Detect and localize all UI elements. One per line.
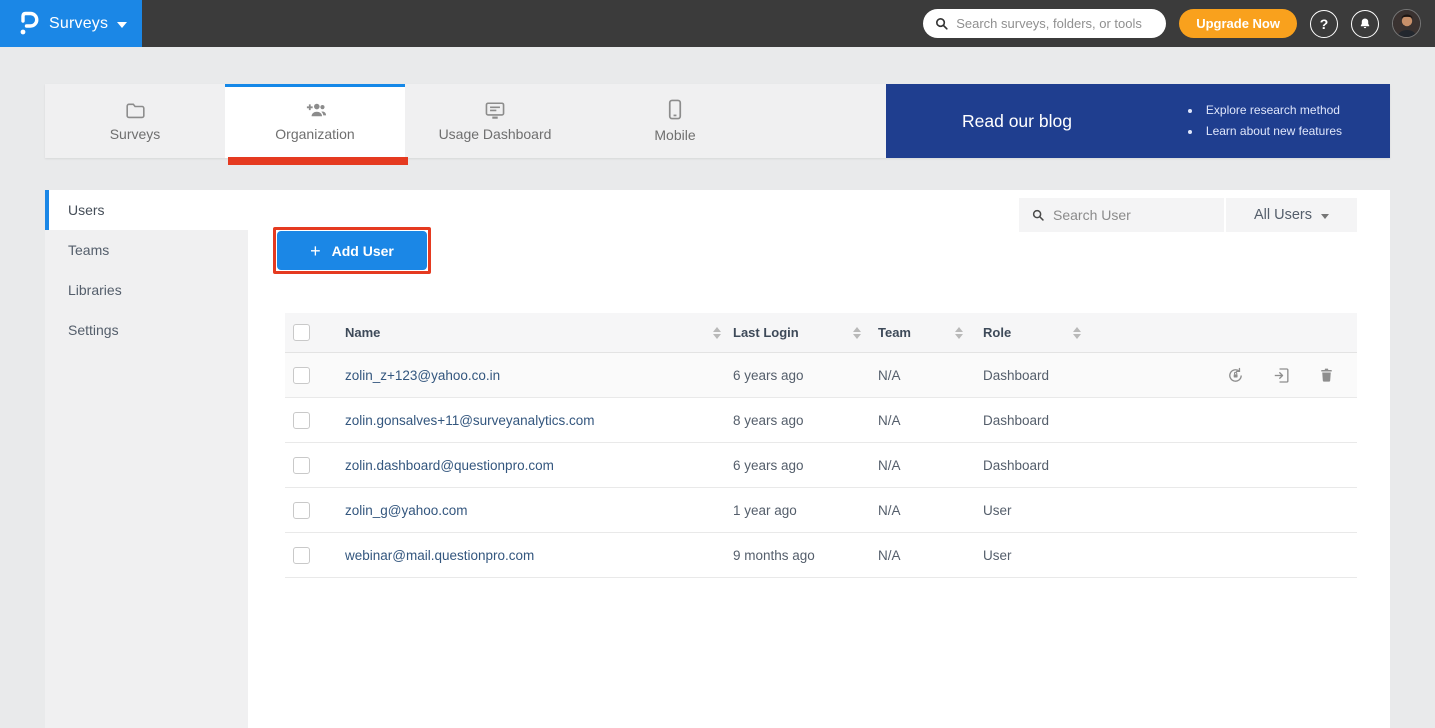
sort-role-icon[interactable] xyxy=(1073,327,1081,339)
search-icon xyxy=(1031,208,1045,222)
sidebar-item-teams[interactable]: Teams xyxy=(45,230,248,270)
mobile-icon xyxy=(668,99,682,120)
add-users-icon xyxy=(303,101,327,119)
question-mark-icon: ? xyxy=(1320,16,1329,32)
notifications-button[interactable] xyxy=(1351,10,1379,38)
plus-icon: + xyxy=(310,242,321,260)
search-icon xyxy=(934,16,949,31)
row-checkbox[interactable] xyxy=(293,457,310,474)
sidebar-item-settings[interactable]: Settings xyxy=(45,310,248,350)
login-as-user-icon[interactable] xyxy=(1272,366,1291,385)
table-row: zolin.gonsalves+11@surveyanalytics.com 8… xyxy=(285,398,1357,443)
tab-surveys[interactable]: Surveys xyxy=(45,84,225,158)
table-row: zolin.dashboard@questionpro.com 6 years … xyxy=(285,443,1357,488)
user-email-link[interactable]: zolin.gonsalves+11@surveyanalytics.com xyxy=(345,413,594,428)
tab-usage-dashboard[interactable]: Usage Dashboard xyxy=(405,84,585,158)
row-checkbox[interactable] xyxy=(293,502,310,519)
tab-mobile[interactable]: Mobile xyxy=(585,84,765,158)
table-header: Name Last Login Team Role xyxy=(285,313,1357,353)
select-all-checkbox[interactable] xyxy=(293,324,310,341)
blog-title: Read our blog xyxy=(962,111,1072,132)
chevron-down-icon xyxy=(1321,214,1329,219)
user-email-link[interactable]: zolin.dashboard@questionpro.com xyxy=(345,458,554,473)
sidebar-item-users[interactable]: Users xyxy=(45,190,248,230)
user-filter-dropdown[interactable]: All Users xyxy=(1226,198,1357,232)
global-search-input[interactable] xyxy=(956,16,1146,31)
annotation-red-underline xyxy=(228,157,408,165)
product-label: Surveys xyxy=(49,15,108,33)
table-row: zolin_g@yahoo.com 1 year ago N/A User xyxy=(285,488,1357,533)
row-checkbox[interactable] xyxy=(293,412,310,429)
user-email-link[interactable]: zolin_z+123@yahoo.co.in xyxy=(345,368,500,383)
sort-team-icon[interactable] xyxy=(955,327,963,339)
search-user-field[interactable] xyxy=(1019,198,1224,232)
sidebar-item-libraries[interactable]: Libraries xyxy=(45,270,248,310)
tab-organization[interactable]: Organization xyxy=(225,84,405,158)
topbar: Surveys Upgrade Now ? xyxy=(0,0,1435,47)
sort-last-login-icon[interactable] xyxy=(853,327,861,339)
blog-banner[interactable]: Read our blog Explore research method Le… xyxy=(886,84,1390,158)
row-checkbox[interactable] xyxy=(293,547,310,564)
table-row: webinar@mail.questionpro.com 9 months ag… xyxy=(285,533,1357,578)
annotation-red-box: + Add User xyxy=(273,227,431,274)
avatar[interactable] xyxy=(1392,9,1421,38)
product-switcher[interactable]: Surveys xyxy=(0,0,142,47)
delete-user-icon[interactable] xyxy=(1318,366,1335,384)
blog-bullet-list: Explore research method Learn about new … xyxy=(1188,100,1342,142)
bell-icon xyxy=(1358,17,1372,31)
organization-sidebar: Users Teams Libraries Settings xyxy=(45,190,248,728)
user-email-link[interactable]: webinar@mail.questionpro.com xyxy=(345,548,534,563)
add-user-button[interactable]: + Add User xyxy=(277,231,427,270)
organization-panel: Users Teams Libraries Settings All Users… xyxy=(45,190,1390,728)
dashboard-icon xyxy=(484,101,506,119)
chevron-down-icon xyxy=(117,22,127,28)
blog-bullet: Explore research method xyxy=(1202,100,1342,121)
sort-name-icon[interactable] xyxy=(713,327,721,339)
help-button[interactable]: ? xyxy=(1310,10,1338,38)
section-tabs: Surveys Organization xyxy=(45,84,1390,158)
row-checkbox[interactable] xyxy=(293,367,310,384)
users-panel: All Users + Add User Name Last Login xyxy=(248,190,1390,728)
table-row: zolin_z+123@yahoo.co.in 6 years ago N/A … xyxy=(285,353,1357,398)
folder-icon xyxy=(125,101,146,119)
upgrade-button[interactable]: Upgrade Now xyxy=(1179,9,1297,38)
questionpro-logo-icon xyxy=(17,10,40,37)
user-email-link[interactable]: zolin_g@yahoo.com xyxy=(345,503,468,518)
user-filter-bar: All Users xyxy=(1019,198,1357,232)
reset-password-icon[interactable] xyxy=(1226,366,1245,385)
blog-bullet: Learn about new features xyxy=(1202,121,1342,142)
global-search[interactable] xyxy=(923,9,1166,38)
search-user-input[interactable] xyxy=(1053,207,1203,223)
users-table: Name Last Login Team Role xyxy=(285,313,1357,578)
